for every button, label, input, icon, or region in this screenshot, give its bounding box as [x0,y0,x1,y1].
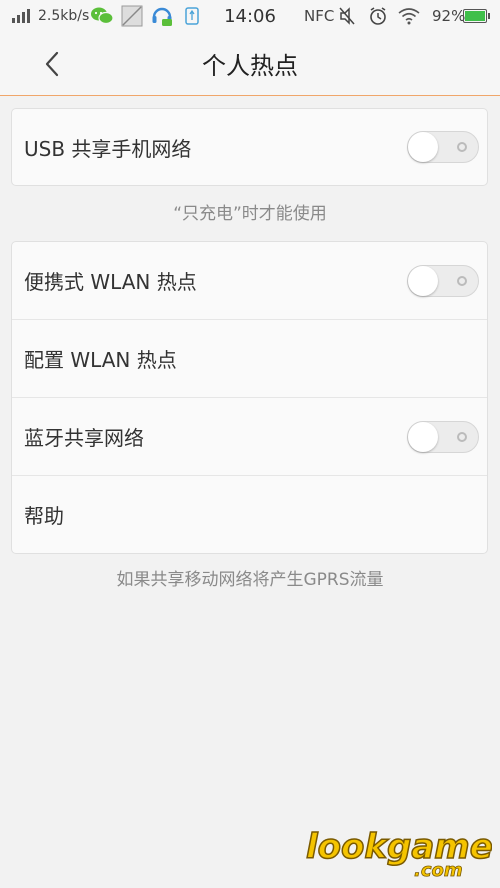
config-wlan-row[interactable]: 配置 WLAN 热点 [12,319,487,397]
wlan-hotspot-label: 便携式 WLAN 热点 [24,270,197,294]
help-label: 帮助 [24,504,64,528]
app-header: 个人热点 [0,32,500,96]
status-bar: 2.5kb/s 14:06 NFC 92% [0,0,500,32]
help-row[interactable]: 帮助 [12,475,487,553]
wlan-hotspot-toggle[interactable] [407,264,479,297]
wifi-icon [398,0,420,32]
battery-icon [463,9,490,23]
page-title: 个人热点 [202,52,298,80]
back-button[interactable] [30,44,74,84]
config-wlan-label: 配置 WLAN 热点 [24,348,177,372]
svg-text:lookgame: lookgame [306,827,492,867]
usb-tethering-row[interactable]: USB 共享手机网络 [12,109,487,185]
bt-tethering-label: 蓝牙共享网络 [24,426,144,450]
clock: 14:06 [224,5,276,27]
bt-tethering-toggle[interactable] [407,420,479,453]
chevron-left-icon [45,51,59,77]
usb-hint: “只充电”时才能使用 [173,204,327,224]
gprs-hint: 如果共享移动网络将产生GPRS流量 [116,570,384,590]
alarm-icon [368,0,388,32]
mute-icon [338,0,356,32]
svg-text:.com: .com [414,860,463,878]
nfc-indicator: NFC [304,7,335,25]
battery-percent: 92% [432,7,466,25]
lookgame-watermark-logo: lookgame .com [302,822,493,881]
bt-tethering-row[interactable]: 蓝牙共享网络 [12,397,487,475]
wlan-hotspot-row[interactable]: 便携式 WLAN 热点 [12,242,487,319]
usb-tethering-toggle[interactable] [407,131,479,163]
hotspot-settings-card: 便携式 WLAN 热点 配置 WLAN 热点 蓝牙共享网络 帮助 [11,241,488,554]
usb-tethering-card: USB 共享手机网络 [11,108,488,186]
usb-tethering-label: USB 共享手机网络 [24,136,192,161]
